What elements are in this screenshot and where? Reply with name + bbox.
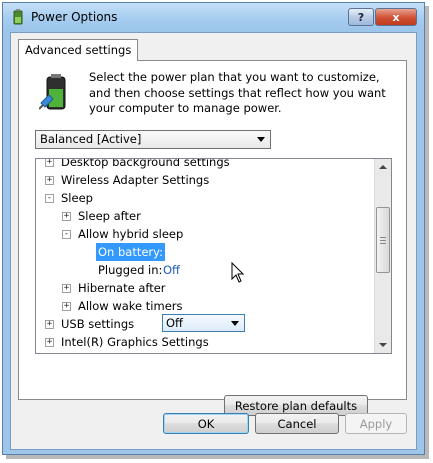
power-options-window: Power Options ? x Advanced settings Sele… xyxy=(2,2,425,455)
tree-item-label: Allow hybrid sleep xyxy=(78,227,184,241)
cancel-button[interactable]: Cancel xyxy=(255,413,339,434)
on-battery-value-select[interactable]: Off xyxy=(162,314,245,332)
mouse-cursor-icon xyxy=(231,262,245,283)
instructions-text: Select the power plan that you want to c… xyxy=(89,70,386,115)
tree-scrollbar[interactable] xyxy=(374,159,391,353)
tab-advanced-settings[interactable]: Advanced settings xyxy=(18,39,139,61)
collapse-icon[interactable]: - xyxy=(62,230,71,239)
expand-icon[interactable]: + xyxy=(45,320,54,329)
scroll-up-button[interactable] xyxy=(375,159,391,176)
expand-icon[interactable]: + xyxy=(62,302,71,311)
window-title: Power Options xyxy=(31,10,118,24)
expand-icon[interactable]: + xyxy=(45,159,54,167)
tree-item-label: Hibernate after xyxy=(78,281,166,295)
apply-button[interactable]: Apply xyxy=(345,413,407,434)
tree-item-label: Wireless Adapter Settings xyxy=(61,173,210,187)
tree-item-label: Allow wake timers xyxy=(78,299,183,313)
chevron-down-icon xyxy=(231,321,239,326)
expand-icon[interactable]: + xyxy=(45,176,54,185)
tree-item-label: Intel(R) Graphics Settings xyxy=(61,335,209,349)
power-plan-value: Balanced [Active] xyxy=(40,132,142,146)
tree-item-label: Sleep xyxy=(61,191,93,205)
battery-plug-icon xyxy=(39,74,66,110)
tree-item-label: Sleep after xyxy=(78,209,141,223)
on-battery-label: On battery: xyxy=(96,243,166,261)
plugged-in-label: Plugged in: xyxy=(98,263,163,277)
title-bar[interactable]: Power Options ? x xyxy=(3,3,424,31)
close-button[interactable]: x xyxy=(375,8,417,26)
expand-icon[interactable]: + xyxy=(45,338,54,347)
power-options-icon xyxy=(13,9,23,25)
chevron-down-icon xyxy=(257,137,265,142)
expand-icon[interactable]: + xyxy=(62,212,71,221)
collapse-icon[interactable]: - xyxy=(45,194,54,203)
scroll-down-button[interactable] xyxy=(375,336,391,353)
plugged-in-value[interactable]: Off xyxy=(163,261,180,279)
scroll-up-icon xyxy=(379,165,387,169)
dialog-client-area: Advanced settings Select the power plan … xyxy=(10,32,417,450)
advanced-settings-panel: Select the power plan that you want to c… xyxy=(18,60,407,416)
tree-item-label: USB settings xyxy=(61,317,135,331)
ok-button[interactable]: OK xyxy=(163,413,249,434)
scroll-down-icon xyxy=(379,343,387,347)
tree-item-label: Desktop background settings xyxy=(61,158,230,169)
on-battery-value: Off xyxy=(166,316,183,330)
expand-icon[interactable]: + xyxy=(62,284,71,293)
help-button[interactable]: ? xyxy=(348,8,374,26)
power-plan-select[interactable]: Balanced [Active] xyxy=(35,130,271,149)
scroll-thumb[interactable] xyxy=(376,207,390,273)
